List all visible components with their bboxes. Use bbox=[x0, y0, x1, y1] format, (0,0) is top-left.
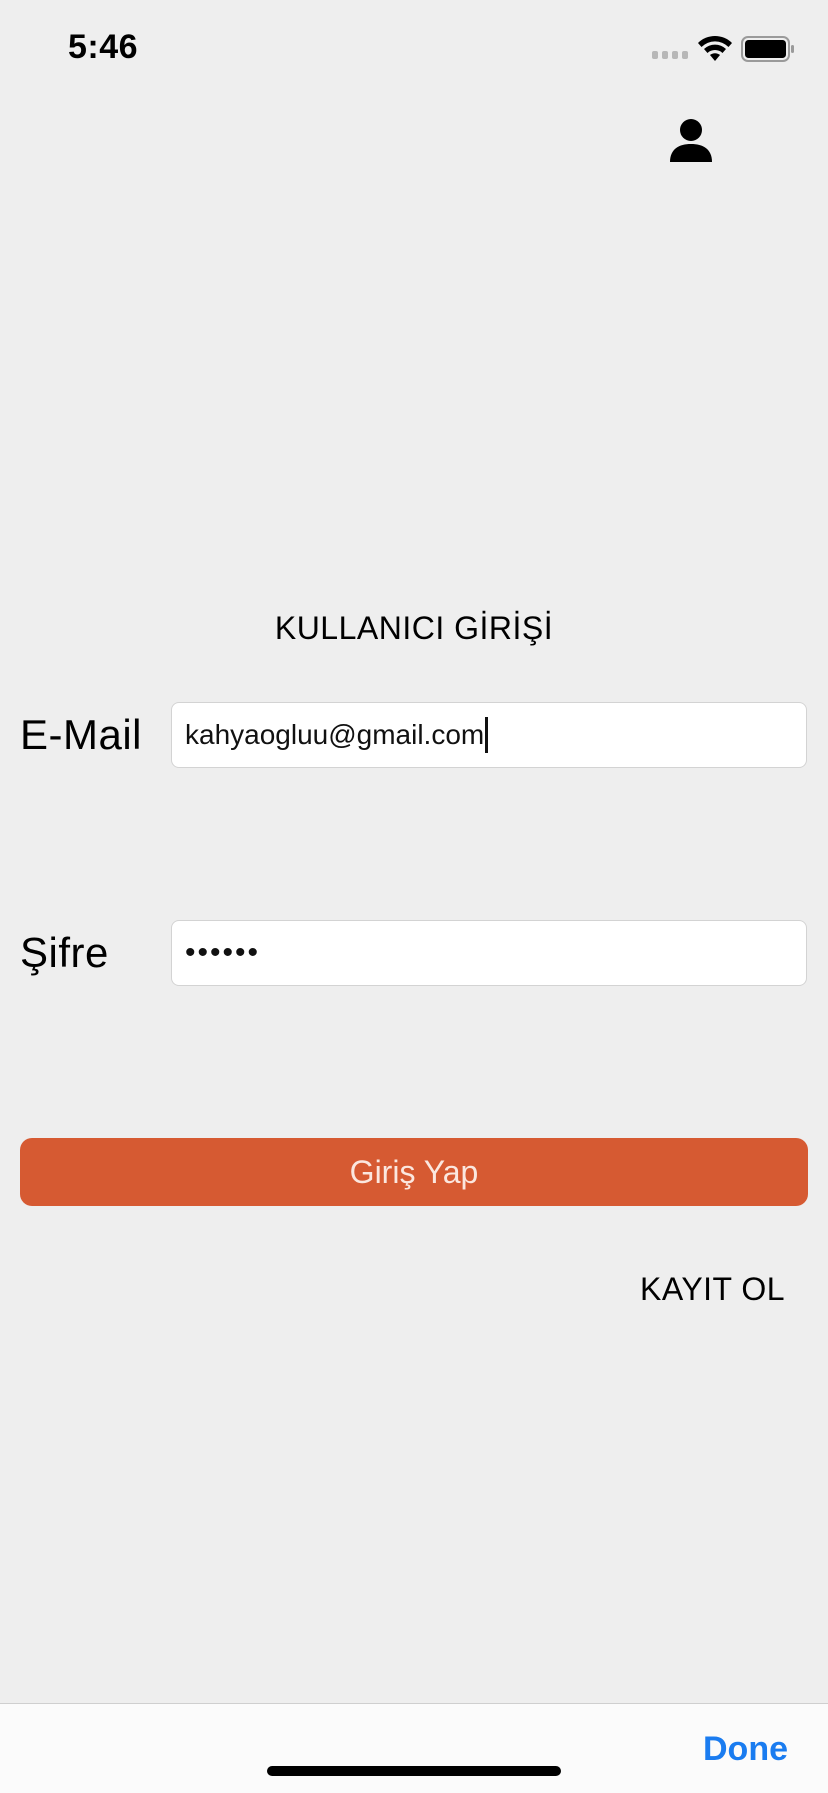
email-field[interactable]: kahyaogluu@gmail.com bbox=[171, 702, 807, 768]
battery-icon bbox=[741, 36, 794, 62]
home-indicator bbox=[267, 1766, 561, 1776]
email-label: E-Mail bbox=[20, 711, 143, 758]
login-button-label: Giriş Yap bbox=[349, 1153, 479, 1190]
done-button[interactable]: Done bbox=[703, 1730, 788, 1769]
keyboard-accessory-bar: Done bbox=[0, 1703, 828, 1793]
signal-dots-icon bbox=[652, 51, 688, 59]
register-link[interactable]: KAYIT OL bbox=[640, 1271, 785, 1308]
wifi-icon bbox=[698, 35, 732, 61]
password-label: Şifre bbox=[20, 929, 109, 976]
password-field[interactable]: •••••• bbox=[171, 920, 807, 986]
login-button[interactable]: Giriş Yap bbox=[20, 1138, 808, 1206]
text-cursor bbox=[485, 717, 489, 753]
password-value: •••••• bbox=[185, 936, 261, 969]
page-title: KULLANICI GİRİŞİ bbox=[274, 610, 554, 646]
status-time: 5:46 bbox=[68, 28, 139, 66]
person-icon[interactable] bbox=[668, 118, 714, 164]
status-bar: 5:46 bbox=[0, 0, 828, 100]
email-value: kahyaogluu@gmail.com bbox=[185, 719, 485, 750]
